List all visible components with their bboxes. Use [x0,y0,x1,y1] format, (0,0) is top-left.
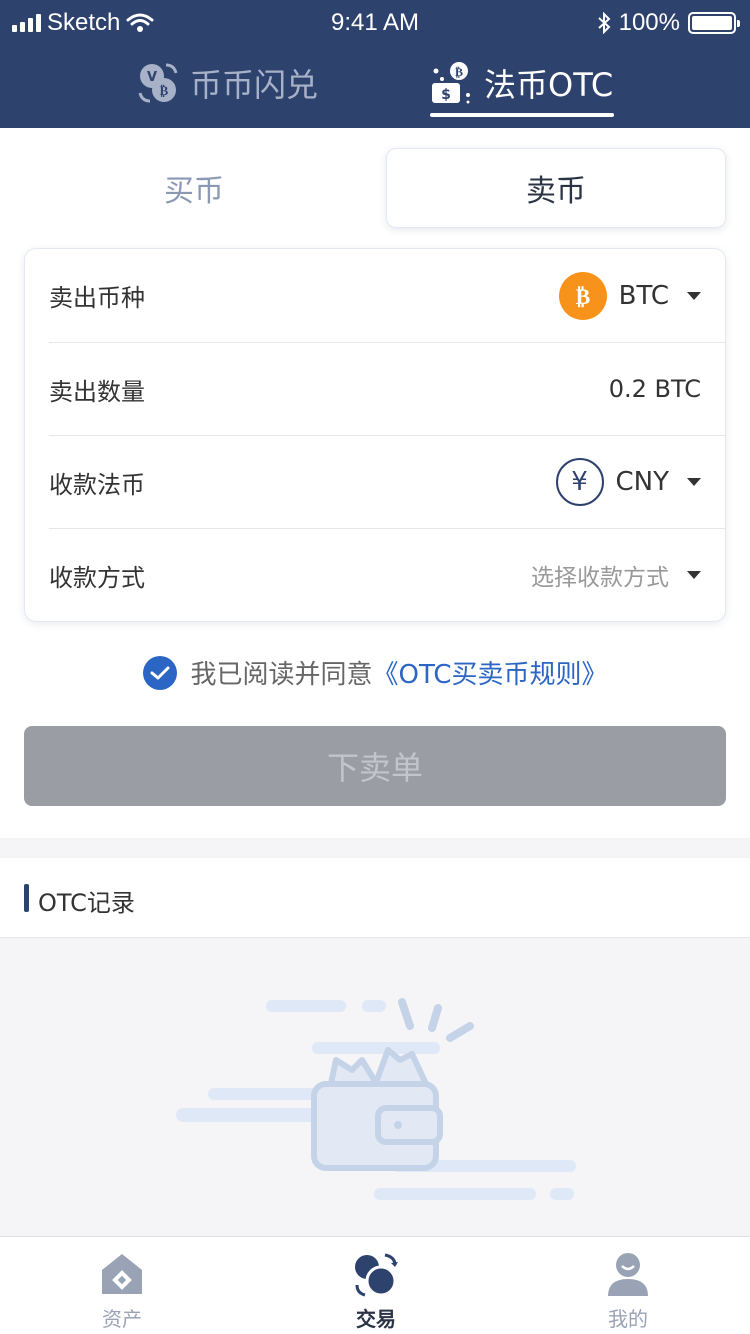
agreement-text: 我已阅读并同意 [190,660,373,690]
coin-swap-icon: V ₿ [138,63,178,103]
bitcoin-icon: ₿ [558,271,607,320]
payment-label: 收款方式 [49,563,145,592]
battery-icon [688,12,740,34]
tab-label: 我的 [608,1307,648,1331]
fiat-select-row[interactable]: 收款法币 ¥ CNY [49,435,725,528]
otc-rules-link[interactable]: 《OTC买卖币规则》 [373,660,608,690]
tab-label: 币币闪兑 [190,66,319,104]
trade-icon [355,1253,398,1297]
tab-assets[interactable]: 资产 [62,1251,182,1332]
bluetooth-icon [597,12,611,34]
coin-value: BTC [618,280,669,311]
app-header: Sketch 9:41 AM 100% V ₿ 币币闪兑 ₿ $ 法币OTC [0,0,750,128]
empty-wallet-icon [176,998,576,1200]
tab-profile[interactable]: 我的 [568,1251,688,1332]
tab-coin-swap[interactable]: V ₿ 币币闪兑 [136,60,318,106]
active-tab-indicator [430,113,614,117]
profile-icon [608,1253,648,1296]
buy-toggle[interactable]: 买币 [24,148,364,228]
otc-records-header: OTC记录 [0,858,750,938]
fiat-value: CNY [615,467,670,497]
sell-toggle[interactable]: 卖币 [386,148,726,228]
records-title: OTC记录 [38,889,135,917]
amount-row[interactable]: 卖出数量 0.2 BTC [49,342,725,435]
chevron-down-icon [687,571,701,579]
chevron-down-icon [687,478,701,486]
amount-value[interactable]: 0.2 BTC [609,375,701,403]
checkmark-icon [150,666,169,679]
sell-form-card: 卖出币种 ₿ BTC 卖出数量 0.2 BTC 收款法币 ¥ CNY 收款方式 … [24,248,726,622]
svg-text:₿: ₿ [455,65,463,79]
yen-icon: ¥ [555,458,604,506]
fiat-otc-icon: ₿ $ [432,62,470,104]
coin-select-row[interactable]: 卖出币种 ₿ BTC [49,249,725,342]
payment-method-row[interactable]: 收款方式 选择收款方式 [49,528,725,621]
agreement-row: 我已阅读并同意《OTC买卖币规则》 [0,654,750,691]
section-marker [24,884,29,912]
coin-label: 卖出币种 [49,284,145,312]
tab-label: 法币OTC [484,66,614,104]
place-sell-order-button[interactable]: 下卖单 [24,726,726,806]
fiat-label: 收款法币 [49,470,145,499]
svg-text:₿: ₿ [575,285,590,310]
tab-trade[interactable]: 交易 [316,1251,436,1332]
battery-percent: 100% [618,9,680,36]
chevron-down-icon [687,291,701,300]
tab-label: 资产 [102,1307,142,1331]
status-bar: Sketch 9:41 AM 100% [0,0,750,44]
bottom-tab-bar: 资产 交易 我的 [0,1236,750,1334]
agreement-checkbox[interactable] [142,655,177,690]
payment-placeholder: 选择收款方式 [531,565,669,591]
assets-icon [102,1254,142,1294]
svg-text:$: $ [441,87,451,103]
svg-text:₿: ₿ [160,84,169,99]
tab-label: 交易 [356,1307,396,1331]
amount-label: 卖出数量 [49,377,145,406]
empty-state [0,938,750,1236]
tab-fiat-otc[interactable]: ₿ $ 法币OTC [430,60,613,106]
